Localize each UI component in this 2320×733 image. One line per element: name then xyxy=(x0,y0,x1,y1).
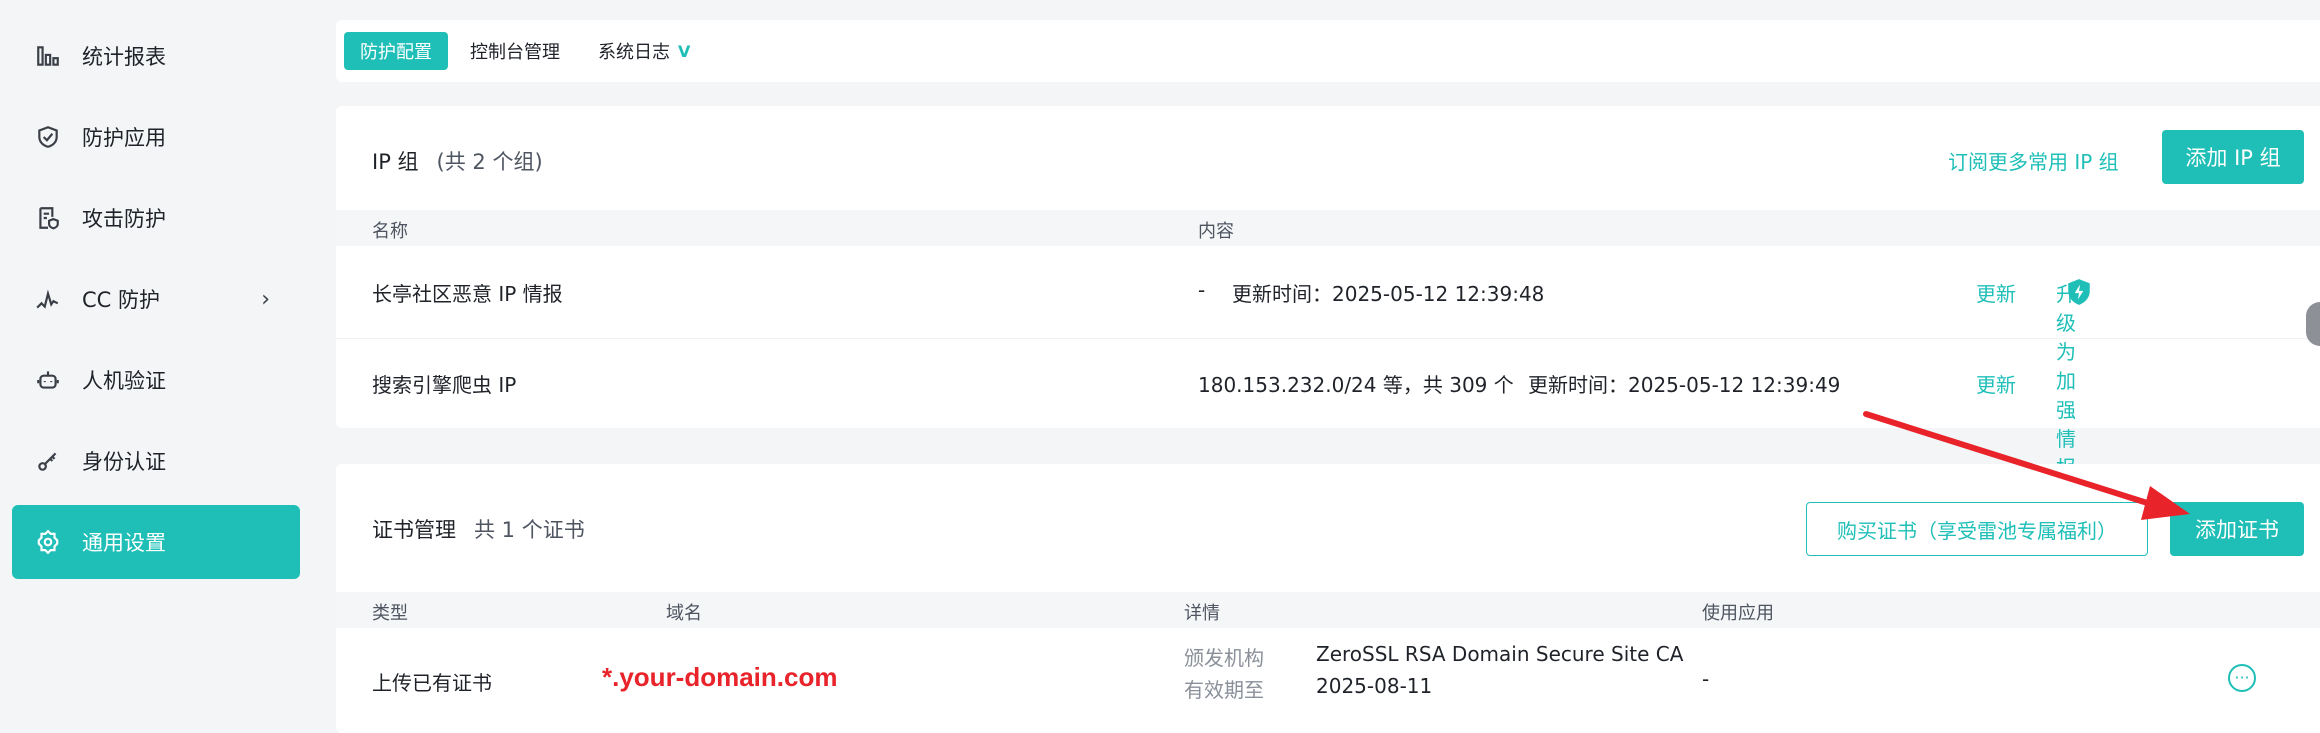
ip-group-count: (共 2 个组) xyxy=(436,150,543,174)
ip-group-name: 长亭社区恶意 IP 情报 xyxy=(372,282,563,306)
ip-group-title: IP 组 (共 2 个组) xyxy=(372,146,543,176)
ip-group-card: IP 组 (共 2 个组) 订阅更多常用 IP 组 添加 IP 组 名称 内容 长… xyxy=(336,106,2320,480)
sidebar-item-label: 身份认证 xyxy=(82,450,166,474)
sidebar-item-label: 人机验证 xyxy=(82,369,166,393)
update-link[interactable]: 更新 xyxy=(1976,369,2016,398)
column-header-type: 类型 xyxy=(372,603,408,624)
bar-chart-icon xyxy=(34,42,62,70)
ip-group-update-time: 更新时间：2025-05-12 12:39:49 xyxy=(1528,373,1841,397)
ip-group-update-time: 更新时间：2025-05-12 12:39:48 xyxy=(1232,282,1545,306)
tab-label: 防护配置 xyxy=(360,42,432,63)
buy-certificate-button[interactable]: 购买证书（享受雷池专属福利） xyxy=(1806,502,2148,556)
cert-type: 上传已有证书 xyxy=(372,671,492,695)
more-actions-icon[interactable]: ··· xyxy=(2228,664,2256,692)
shield-check-icon xyxy=(34,123,62,151)
ip-group-content: - xyxy=(1198,278,1206,302)
ip-group-name: 搜索引擎爬虫 IP xyxy=(372,373,517,397)
gear-icon xyxy=(34,528,62,556)
column-header-content: 内容 xyxy=(1198,221,1234,242)
cert-table-header: 类型 域名 详情 使用应用 xyxy=(336,592,2320,628)
ip-group-title-text: IP 组 xyxy=(372,150,419,174)
sidebar: 统计报表 防护应用 攻击防护 CC 防护 › 人机验证 身份认证 通用设置 xyxy=(0,0,322,733)
column-header-name: 名称 xyxy=(372,221,408,242)
table-row: 搜索引擎爬虫 IP 180.153.232.0/24 等，共 309 个 更新时… xyxy=(336,339,2320,428)
upgrade-intel-link[interactable]: 升级为加强情报 xyxy=(2056,278,2092,480)
certificate-card: 证书管理共 1 个证书 购买证书（享受雷池专属福利） 添加证书 类型 域名 详情… xyxy=(336,464,2320,733)
sidebar-item-stats[interactable]: 统计报表 xyxy=(12,19,300,93)
add-certificate-button[interactable]: 添加证书 xyxy=(2170,502,2304,556)
tab-label: 系统日志 xyxy=(598,42,670,63)
sidebar-item-label: 防护应用 xyxy=(82,126,166,150)
table-row: 上传已有证书 *.your-domain.com 颁发机构 ZeroSSL RS… xyxy=(336,628,2320,733)
cert-apps: - xyxy=(1702,667,1710,691)
tab-label: 控制台管理 xyxy=(470,42,560,63)
tab-console-management[interactable]: 控制台管理 xyxy=(454,32,576,70)
issuer-label: 颁发机构 xyxy=(1184,646,1264,670)
key-icon xyxy=(34,447,62,475)
document-shield-icon xyxy=(34,204,62,232)
cert-title: 证书管理共 1 个证书 xyxy=(372,514,585,544)
scrollbar-thumb[interactable] xyxy=(2306,302,2320,346)
cert-count: 共 1 个证书 xyxy=(474,518,585,542)
update-link[interactable]: 更新 xyxy=(1976,278,2016,307)
sidebar-item-label: CC 防护 xyxy=(82,288,161,312)
sidebar-item-cc-protection[interactable]: CC 防护 › xyxy=(12,262,300,336)
sidebar-item-captcha[interactable]: 人机验证 xyxy=(12,343,300,417)
table-row: 长亭社区恶意 IP 情报 - 更新时间：2025-05-12 12:39:48 … xyxy=(336,246,2320,480)
issuer-value: ZeroSSL RSA Domain Secure Site CA xyxy=(1316,642,1684,666)
expiry-label: 有效期至 xyxy=(1184,678,1264,702)
add-ip-group-button[interactable]: 添加 IP 组 xyxy=(2162,130,2304,184)
sidebar-item-attack-protection[interactable]: 攻击防护 xyxy=(12,181,300,255)
sidebar-item-protected-apps[interactable]: 防护应用 xyxy=(12,100,300,174)
sidebar-item-label: 统计报表 xyxy=(82,45,166,69)
cert-title-text: 证书管理 xyxy=(372,518,456,542)
column-header-domain: 域名 xyxy=(666,603,702,624)
cert-domain: *.your-domain.com xyxy=(602,662,838,692)
expiry-value: 2025-08-11 xyxy=(1316,674,1433,698)
subscribe-ip-group-link[interactable]: 订阅更多常用 IP 组 xyxy=(1948,146,2119,175)
sidebar-item-label: 通用设置 xyxy=(82,531,166,555)
top-tab-bar: 防护配置 控制台管理 系统日志 V xyxy=(336,20,2320,82)
sidebar-item-general-settings[interactable]: 通用设置 xyxy=(12,505,300,579)
chevron-right-icon: › xyxy=(261,286,270,312)
sidebar-item-label: 攻击防护 xyxy=(82,207,166,231)
v-badge-icon: V xyxy=(678,41,691,61)
tab-system-log[interactable]: 系统日志 V xyxy=(582,32,706,70)
column-header-apps: 使用应用 xyxy=(1702,603,1774,624)
pulse-icon xyxy=(34,285,62,313)
robot-icon xyxy=(34,366,62,394)
sidebar-item-identity[interactable]: 身份认证 xyxy=(12,424,300,498)
ip-group-table-header: 名称 内容 xyxy=(336,210,2320,246)
ip-group-content: 180.153.232.0/24 等，共 309 个 xyxy=(1198,373,1514,397)
tab-protection-config[interactable]: 防护配置 xyxy=(344,32,448,70)
column-header-detail: 详情 xyxy=(1184,603,1220,624)
